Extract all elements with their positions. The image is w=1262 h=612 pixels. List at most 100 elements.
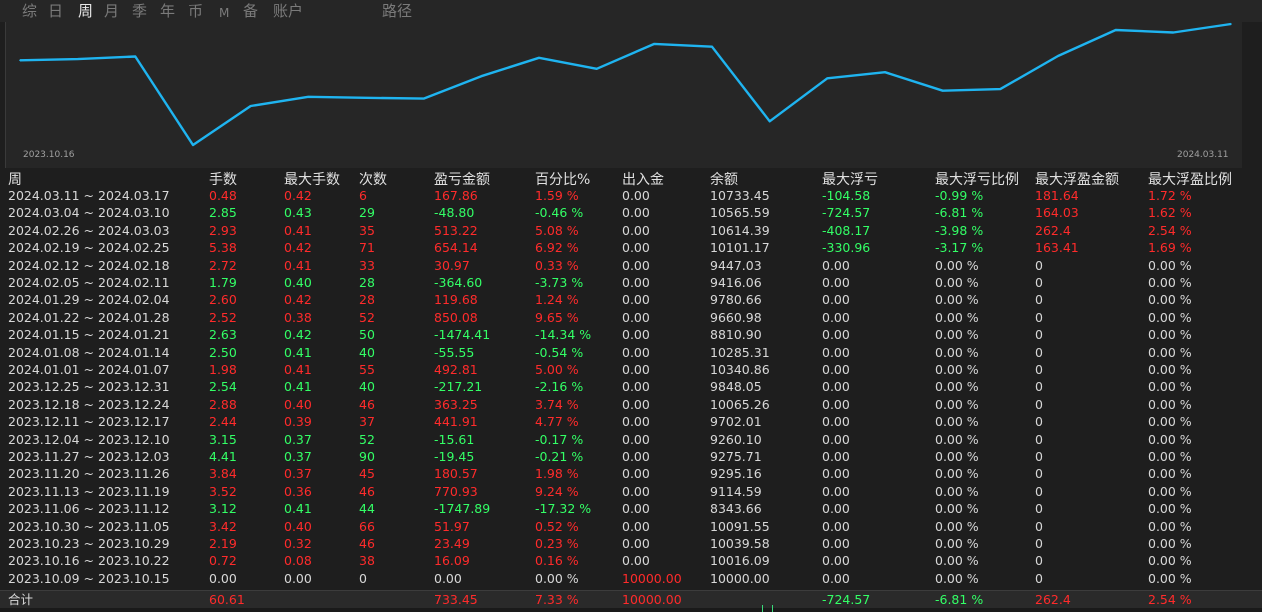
tab-4[interactable]: 季 <box>132 2 147 20</box>
cell-balance: 9295.16 <box>710 466 762 482</box>
cell-balance: 9260.10 <box>710 431 762 447</box>
cell-balance: 9447.03 <box>710 257 762 273</box>
table-row[interactable]: 2024.02.19 ~ 2024.02.25 5.38 0.42 71 654.14 6… <box>0 239 1262 256</box>
balance-point <box>192 144 194 146</box>
cell-max-profit-pct: 1.69 % <box>1148 240 1192 256</box>
column-header-0[interactable]: 周 <box>8 169 22 189</box>
table-row[interactable]: 2024.01.08 ~ 2024.01.14 2.50 0.41 40 -55.55 -… <box>0 344 1262 361</box>
table-row[interactable]: 2024.02.26 ~ 2024.03.03 2.93 0.41 35 513.22 5… <box>0 222 1262 239</box>
table-row[interactable]: 2023.12.11 ~ 2023.12.17 2.44 0.39 37 441.91 4… <box>0 413 1262 430</box>
column-header-9[interactable]: 最大浮亏比例 <box>935 169 1019 189</box>
tab-3[interactable]: 月 <box>104 2 119 20</box>
balance-chart: 2023.10.16 2024.03.11 <box>5 22 1242 169</box>
cell-flow: 0.00 <box>622 240 650 256</box>
tab-8[interactable]: 备 <box>243 2 258 20</box>
cell-max-loss: 0.00 <box>822 379 850 395</box>
table-row[interactable]: 2023.11.27 ~ 2023.12.03 4.41 0.37 90 -19.45 -… <box>0 448 1262 465</box>
cell-pct: 3.74 % <box>535 396 579 412</box>
column-header-6[interactable]: 出入金 <box>622 169 664 189</box>
table-row[interactable]: 2024.01.01 ~ 2024.01.07 1.98 0.41 55 492.81 5… <box>0 361 1262 378</box>
cell-count: 35 <box>359 222 375 238</box>
column-header-2[interactable]: 最大手数 <box>284 169 340 189</box>
cell-max-loss: 0.00 <box>822 414 850 430</box>
cell-max-profit: 0 <box>1035 553 1043 569</box>
cell-max-loss-pct: 0.00 % <box>935 501 979 517</box>
cell-max-lots: 0.41 <box>284 501 312 517</box>
column-header-1[interactable]: 手数 <box>209 169 237 189</box>
cell-max-lots: 0.41 <box>284 379 312 395</box>
cell-balance: 10340.86 <box>710 362 770 377</box>
cell-balance: 9848.05 <box>710 379 762 395</box>
table-header: 周 手数 最大手数 次数 盈亏金额 百分比% 出入金 余额 最大浮亏 最大浮亏比例 最大浮盈金额 最大… <box>0 168 1262 189</box>
cell-pct: 0.23 % <box>535 536 579 551</box>
cell-pct: 0.52 % <box>535 518 579 534</box>
table-row[interactable]: 2023.11.06 ~ 2023.11.12 3.12 0.41 44 -1747.8… <box>0 500 1262 517</box>
cell-max-profit: 262.4 <box>1035 222 1071 238</box>
column-header-4[interactable]: 盈亏金额 <box>434 169 490 189</box>
cell-balance: 9702.01 <box>710 414 762 430</box>
cell-count: 40 <box>359 379 375 395</box>
table-row[interactable]: 2023.11.20 ~ 2023.11.26 3.84 0.37 45 180.57 1… <box>0 465 1262 482</box>
cell-pnl: 51.97 <box>434 518 470 534</box>
table-row[interactable]: 2024.01.29 ~ 2024.02.04 2.60 0.42 28 119.68 1… <box>0 291 1262 308</box>
table-row[interactable]: 2024.02.12 ~ 2024.02.18 2.72 0.41 33 30.97 0.… <box>0 257 1262 274</box>
table-row[interactable]: 2023.12.04 ~ 2023.12.10 3.15 0.37 52 -15.61 -… <box>0 431 1262 448</box>
table-row[interactable]: 2024.02.05 ~ 2024.02.11 1.79 0.40 28 -364.60… <box>0 274 1262 291</box>
table-row[interactable]: 2024.03.11 ~ 2024.03.17 0.48 0.42 6 167.86 1.… <box>0 187 1262 204</box>
column-header-5[interactable]: 百分比% <box>535 169 590 189</box>
cell-max-loss: 0.00 <box>822 309 850 325</box>
tab-2[interactable]: 周 <box>78 2 93 20</box>
cell-pnl: -55.55 <box>434 344 475 360</box>
cell-max-profit: 0 <box>1035 466 1043 482</box>
cell-pct: 1.98 % <box>535 466 579 482</box>
cell-flow: 0.00 <box>622 414 650 430</box>
cell-max-profit: 0 <box>1035 344 1043 360</box>
cell-week: 2023.11.06 ~ 2023.11.12 <box>8 501 170 517</box>
tab-10[interactable]: 路径 <box>382 2 412 20</box>
column-header-10[interactable]: 最大浮盈金额 <box>1035 169 1119 189</box>
cell-max-lots: 0.42 <box>284 292 312 308</box>
cell-lots: 5.38 <box>209 240 237 256</box>
cell-count: 40 <box>359 344 375 360</box>
cell-balance: 9275.71 <box>710 449 762 464</box>
cell-balance: 10614.39 <box>710 222 770 238</box>
cell-lots: 2.54 <box>209 379 237 395</box>
cell-max-profit: 0 <box>1035 309 1043 325</box>
column-header-8[interactable]: 最大浮亏 <box>822 169 878 189</box>
cell-flow: 0.00 <box>622 449 650 464</box>
tab-1[interactable]: 日 <box>48 2 63 20</box>
cell-lots: 2.52 <box>209 309 237 325</box>
tab-6[interactable]: 币 <box>188 2 203 20</box>
cell-pnl: 654.14 <box>434 240 478 256</box>
cell-max-loss: 0.00 <box>822 292 850 308</box>
cell-count: 46 <box>359 483 375 499</box>
table-row[interactable]: 2024.03.04 ~ 2024.03.10 2.85 0.43 29 -48.80 -… <box>0 204 1262 221</box>
table-row[interactable]: 2023.12.18 ~ 2023.12.24 2.88 0.40 46 363.25 3… <box>0 396 1262 413</box>
tab-7[interactable]: M <box>219 4 229 22</box>
table-row[interactable]: 2023.10.16 ~ 2023.10.22 0.72 0.08 38 16.09 0.… <box>0 552 1262 569</box>
table-row[interactable]: 2023.10.23 ~ 2023.10.29 2.19 0.32 46 23.49 0.… <box>0 535 1262 552</box>
cell-max-lots: 0.40 <box>284 275 312 290</box>
table-row[interactable]: 2024.01.22 ~ 2024.01.28 2.52 0.38 52 850.08 9… <box>0 309 1262 326</box>
table-row[interactable]: 2023.10.30 ~ 2023.11.05 3.42 0.40 66 51.97 0.… <box>0 518 1262 535</box>
table-row[interactable]: 2023.10.09 ~ 2023.10.15 0.00 0.00 0 0.00 0.00… <box>0 570 1262 587</box>
cell-count: 46 <box>359 536 375 551</box>
table-row[interactable]: 2024.01.15 ~ 2024.01.21 2.63 0.42 50 -1474.4… <box>0 326 1262 343</box>
cell-max-loss: -330.96 <box>822 240 871 256</box>
chart-end-date: 2024.03.11 <box>1177 150 1229 160</box>
cell-lots: 2.44 <box>209 414 237 430</box>
total-max-loss: -724.57 <box>822 592 871 607</box>
column-header-11[interactable]: 最大浮盈比例 <box>1148 169 1232 189</box>
tab-5[interactable]: 年 <box>160 2 175 20</box>
column-header-3[interactable]: 次数 <box>359 169 387 189</box>
table-row[interactable]: 2023.12.25 ~ 2023.12.31 2.54 0.41 40 -217.21… <box>0 378 1262 395</box>
cell-max-profit-pct: 0.00 % <box>1148 570 1192 586</box>
column-header-7[interactable]: 余额 <box>710 169 738 189</box>
tab-9[interactable]: 账户 <box>273 2 303 20</box>
table-row[interactable]: 2023.11.13 ~ 2023.11.19 3.52 0.36 46 770.93 9… <box>0 483 1262 500</box>
balance-point <box>76 58 79 60</box>
cell-max-profit-pct: 0.00 % <box>1148 466 1192 482</box>
balance-point <box>538 57 540 59</box>
cell-pnl: -19.45 <box>434 449 475 464</box>
tab-0[interactable]: 综 <box>22 2 37 20</box>
